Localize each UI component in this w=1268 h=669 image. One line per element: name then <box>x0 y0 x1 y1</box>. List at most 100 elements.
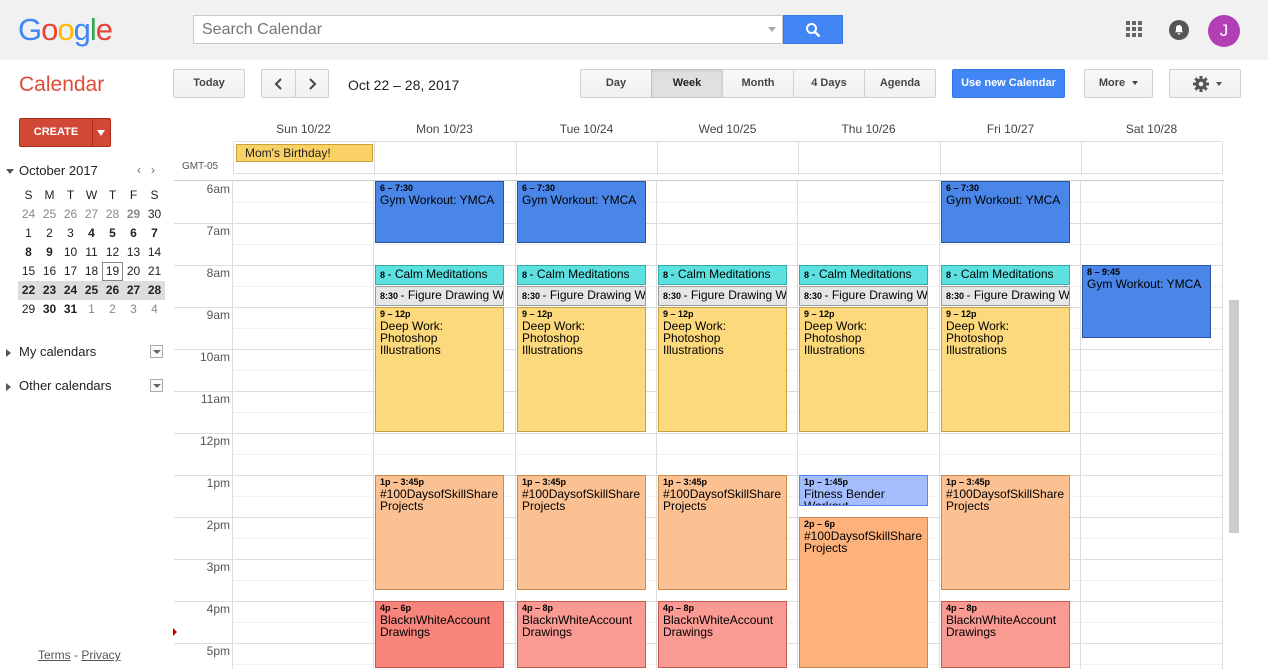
calendar-event[interactable]: 8 - Calm Meditations <box>375 265 504 285</box>
calendar-event[interactable]: 1p – 3:45p #100DaysofSkillShare Projects <box>375 475 504 590</box>
mini-day[interactable]: 24 <box>18 205 39 224</box>
mini-day[interactable]: 25 <box>81 281 102 300</box>
calendar-event[interactable]: 6 – 7:30 Gym Workout: YMCA <box>375 181 504 243</box>
calendar-event[interactable]: 6 – 7:30 Gym Workout: YMCA <box>941 181 1070 243</box>
mini-day[interactable]: 12 <box>102 243 123 262</box>
mini-day[interactable]: 23 <box>39 281 60 300</box>
mini-day[interactable]: 7 <box>144 224 165 243</box>
mini-day[interactable]: 11 <box>81 243 102 262</box>
mini-day[interactable]: 14 <box>144 243 165 262</box>
calendar-event[interactable]: 8:30 - Figure Drawing Workshop <box>941 286 1070 306</box>
search-button[interactable] <box>783 15 843 44</box>
mini-day[interactable]: 17 <box>60 262 81 281</box>
my-calendars-section[interactable]: My calendars <box>6 344 96 359</box>
other-calendars-section[interactable]: Other calendars <box>6 378 112 393</box>
calendar-event[interactable]: 1p – 3:45p #100DaysofSkillShare Projects <box>517 475 646 590</box>
mini-day[interactable]: 19 <box>102 262 123 281</box>
view-agenda-button[interactable]: Agenda <box>864 69 936 98</box>
time-grid[interactable]: 6am 7am 8am 9am 10am 11am 12pm 1pm 2pm 3pm 4pm 5pm 6… <box>174 180 1224 669</box>
mini-day[interactable]: 26 <box>60 205 81 224</box>
mini-day[interactable]: 18 <box>81 262 102 281</box>
create-button[interactable]: CREATE <box>19 118 111 147</box>
terms-link[interactable]: Terms <box>38 648 71 662</box>
mini-day[interactable]: 13 <box>123 243 144 262</box>
mini-prev-icon[interactable]: ‹ <box>137 163 141 177</box>
calendar-event[interactable]: 8:30 - Figure Drawing Workshop <box>658 286 787 306</box>
mini-day[interactable]: 16 <box>39 262 60 281</box>
account-avatar[interactable]: J <box>1208 15 1240 47</box>
calendar-event[interactable]: 8 - Calm Meditations <box>941 265 1070 285</box>
mini-day[interactable]: 4 <box>144 300 165 319</box>
mini-day[interactable]: 3 <box>60 224 81 243</box>
day-header[interactable]: Fri 10/27 <box>940 122 1081 136</box>
calendar-event[interactable]: 8 - Calm Meditations <box>799 265 928 285</box>
mini-day[interactable]: 6 <box>123 224 144 243</box>
today-button[interactable]: Today <box>173 69 245 98</box>
settings-button[interactable] <box>1169 69 1241 98</box>
scrollbar[interactable] <box>1229 300 1239 533</box>
all-day-row[interactable]: Mom's Birthday! <box>233 141 1223 175</box>
calendar-event[interactable]: 8 – 9:45 Gym Workout: YMCA <box>1082 265 1211 338</box>
more-button[interactable]: More <box>1084 69 1153 98</box>
mini-calendar-header[interactable]: October 2017 <box>6 163 98 178</box>
day-header[interactable]: Tue 10/24 <box>516 122 657 136</box>
mini-day[interactable]: 1 <box>18 224 39 243</box>
view-month-button[interactable]: Month <box>722 69 794 98</box>
mini-day[interactable]: 29 <box>123 205 144 224</box>
calendar-event[interactable]: 8 - Calm Meditations <box>517 265 646 285</box>
mini-day[interactable]: 22 <box>18 281 39 300</box>
mini-day[interactable]: 27 <box>81 205 102 224</box>
privacy-link[interactable]: Privacy <box>81 648 120 662</box>
day-header[interactable]: Thu 10/26 <box>798 122 939 136</box>
mini-day[interactable]: 24 <box>60 281 81 300</box>
mini-day[interactable]: 30 <box>39 300 60 319</box>
mini-day[interactable]: 1 <box>81 300 102 319</box>
mini-day[interactable]: 9 <box>39 243 60 262</box>
day-header[interactable]: Sat 10/28 <box>1081 122 1222 136</box>
calendar-event[interactable]: 4p – 8p BlacknWhiteAccount Drawings <box>517 601 646 668</box>
google-logo[interactable]: Google <box>18 12 113 48</box>
calendar-event[interactable]: 1p – 3:45p #100DaysofSkillShare Projects <box>658 475 787 590</box>
other-calendars-dropdown[interactable] <box>150 379 163 392</box>
mini-day[interactable]: 15 <box>18 262 39 281</box>
mini-day[interactable]: 4 <box>81 224 102 243</box>
view-4-days-button[interactable]: 4 Days <box>793 69 865 98</box>
search-box[interactable] <box>193 15 783 44</box>
calendar-event[interactable]: 9 – 12p Deep Work: Photoshop Illustration… <box>375 307 504 432</box>
calendar-event[interactable]: 9 – 12p Deep Work: Photoshop Illustration… <box>658 307 787 432</box>
mini-day[interactable]: 25 <box>39 205 60 224</box>
prev-week-button[interactable] <box>261 69 296 98</box>
mini-day[interactable]: 3 <box>123 300 144 319</box>
all-day-event[interactable]: Mom's Birthday! <box>236 144 373 162</box>
collapse-icon[interactable] <box>6 169 14 175</box>
mini-day[interactable]: 2 <box>39 224 60 243</box>
calendar-event[interactable]: 2p – 6p #100DaysofSkillShare Projects <box>799 517 928 668</box>
calendar-event[interactable]: 4p – 6p BlacknWhiteAccount Drawings <box>375 601 504 668</box>
mini-day[interactable]: 2 <box>102 300 123 319</box>
mini-day[interactable]: 26 <box>102 281 123 300</box>
calendar-event[interactable]: 8:30 - Figure Drawing Workshop <box>375 286 504 306</box>
calendar-event[interactable]: 4p – 8p BlacknWhiteAccount Drawings <box>941 601 1070 668</box>
mini-day[interactable]: 27 <box>123 281 144 300</box>
day-header[interactable]: Mon 10/23 <box>374 122 515 136</box>
my-calendars-dropdown[interactable] <box>150 345 163 358</box>
expand-icon[interactable] <box>6 382 11 391</box>
create-dropdown-icon[interactable] <box>97 130 105 136</box>
calendar-event[interactable]: 6 – 7:30 Gym Workout: YMCA <box>517 181 646 243</box>
calendar-event[interactable]: 1p – 3:45p #100DaysofSkillShare Projects <box>941 475 1070 590</box>
mini-day[interactable]: 30 <box>144 205 165 224</box>
mini-next-icon[interactable]: › <box>151 163 155 177</box>
view-day-button[interactable]: Day <box>580 69 652 98</box>
mini-day[interactable]: 28 <box>102 205 123 224</box>
calendar-event[interactable]: 1p – 1:45pFitness Bender Workout <box>799 475 928 506</box>
notifications-bell-icon[interactable] <box>1169 20 1189 40</box>
calendar-event[interactable]: 4p – 8p BlacknWhiteAccount Drawings <box>658 601 787 668</box>
calendar-event[interactable]: 8:30 - Figure Drawing Workshop <box>517 286 646 306</box>
day-header[interactable]: Wed 10/25 <box>657 122 798 136</box>
apps-grid-icon[interactable] <box>1126 21 1142 37</box>
expand-icon[interactable] <box>6 348 11 357</box>
mini-day[interactable]: 28 <box>144 281 165 300</box>
calendar-event[interactable]: 8 - Calm Meditations <box>658 265 787 285</box>
mini-day[interactable]: 8 <box>18 243 39 262</box>
mini-day[interactable]: 21 <box>144 262 165 281</box>
